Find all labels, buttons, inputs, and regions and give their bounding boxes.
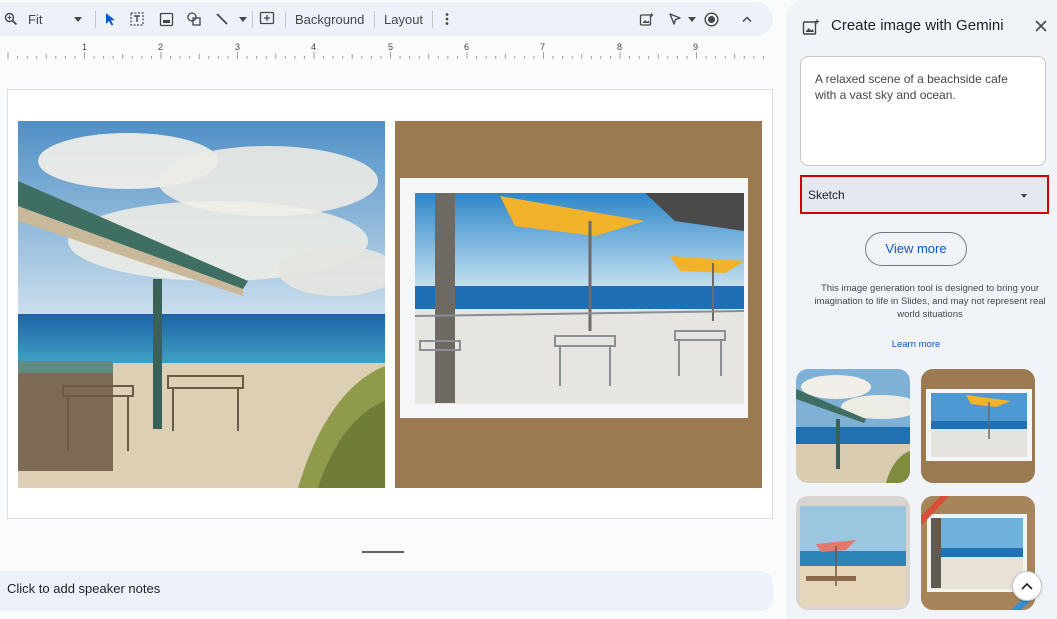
ruler-number: 7 [540, 42, 546, 52]
cursor-icon[interactable] [105, 2, 117, 36]
zoom-label: Fit [28, 11, 43, 27]
zoom-icon[interactable] [4, 2, 18, 36]
style-select-value: Sketch [808, 188, 845, 202]
view-more-button[interactable]: View more [865, 232, 967, 266]
add-comment-icon[interactable] [259, 2, 275, 36]
ruler-ticks [7, 52, 764, 59]
text-box-icon[interactable] [129, 2, 145, 36]
line-icon[interactable] [215, 2, 229, 36]
generated-image-thumbnail[interactable] [796, 496, 910, 610]
more-vertical-icon[interactable] [445, 2, 449, 36]
close-icon[interactable] [1034, 19, 1048, 38]
style-select[interactable]: Sketch [800, 175, 1049, 214]
generated-image-thumbnail[interactable] [921, 369, 1035, 483]
shape-icon[interactable] [186, 2, 202, 36]
ruler-number: 1 [82, 42, 88, 52]
background-label: Background [295, 11, 365, 27]
ruler-number: 2 [158, 42, 164, 52]
ruler-number: 8 [617, 42, 623, 52]
record-icon[interactable] [704, 2, 719, 36]
disclaimer-text: This image generation tool is designed t… [814, 283, 1046, 320]
prompt-textarea[interactable]: A relaxed scene of a beachside cafe with… [800, 56, 1046, 166]
toolbar-divider [285, 11, 286, 28]
ruler-number: 4 [311, 42, 317, 52]
line-dropdown-icon[interactable] [239, 2, 247, 36]
gemini-image-icon[interactable] [639, 2, 654, 36]
image-icon[interactable] [159, 2, 174, 36]
gemini-image-icon [802, 18, 820, 41]
layout-label: Layout [384, 11, 424, 27]
background-button[interactable]: Background [295, 2, 364, 36]
ruler-number: 9 [693, 42, 699, 52]
beach-umbrella-drawing-image[interactable] [395, 121, 762, 488]
scroll-to-top-button[interactable] [1012, 571, 1042, 601]
toolbar-divider [374, 11, 375, 28]
zoom-dropdown-icon[interactable] [74, 2, 82, 36]
side-panel-title: Create image with Gemini [831, 17, 1004, 34]
beach-cafe-sketch-image[interactable] [18, 121, 385, 488]
toolbar-divider [252, 11, 253, 28]
pen-icon[interactable] [668, 2, 682, 36]
chevron-up-icon[interactable] [742, 2, 752, 36]
zoom-select[interactable]: Fit [28, 2, 42, 36]
speaker-notes-field[interactable]: Click to add speaker notes [0, 571, 773, 611]
generated-image-thumbnail[interactable] [796, 369, 910, 483]
learn-more-link[interactable]: Learn more [866, 339, 966, 350]
chevron-down-icon [1021, 194, 1027, 198]
pen-dropdown-icon[interactable] [688, 2, 696, 36]
notes-resize-handle[interactable] [362, 551, 404, 553]
ruler-number: 3 [235, 42, 241, 52]
horizontal-ruler[interactable]: 1 2 3 4 5 6 7 8 9 [0, 42, 773, 62]
ruler-number: 6 [464, 42, 470, 52]
main-toolbar: Fit Background Layout [0, 2, 773, 36]
chevron-up-icon [1021, 582, 1033, 590]
layout-button[interactable]: Layout [384, 2, 423, 36]
toolbar-divider [95, 11, 96, 28]
ruler-number: 5 [388, 42, 394, 52]
toolbar-divider [432, 11, 433, 28]
